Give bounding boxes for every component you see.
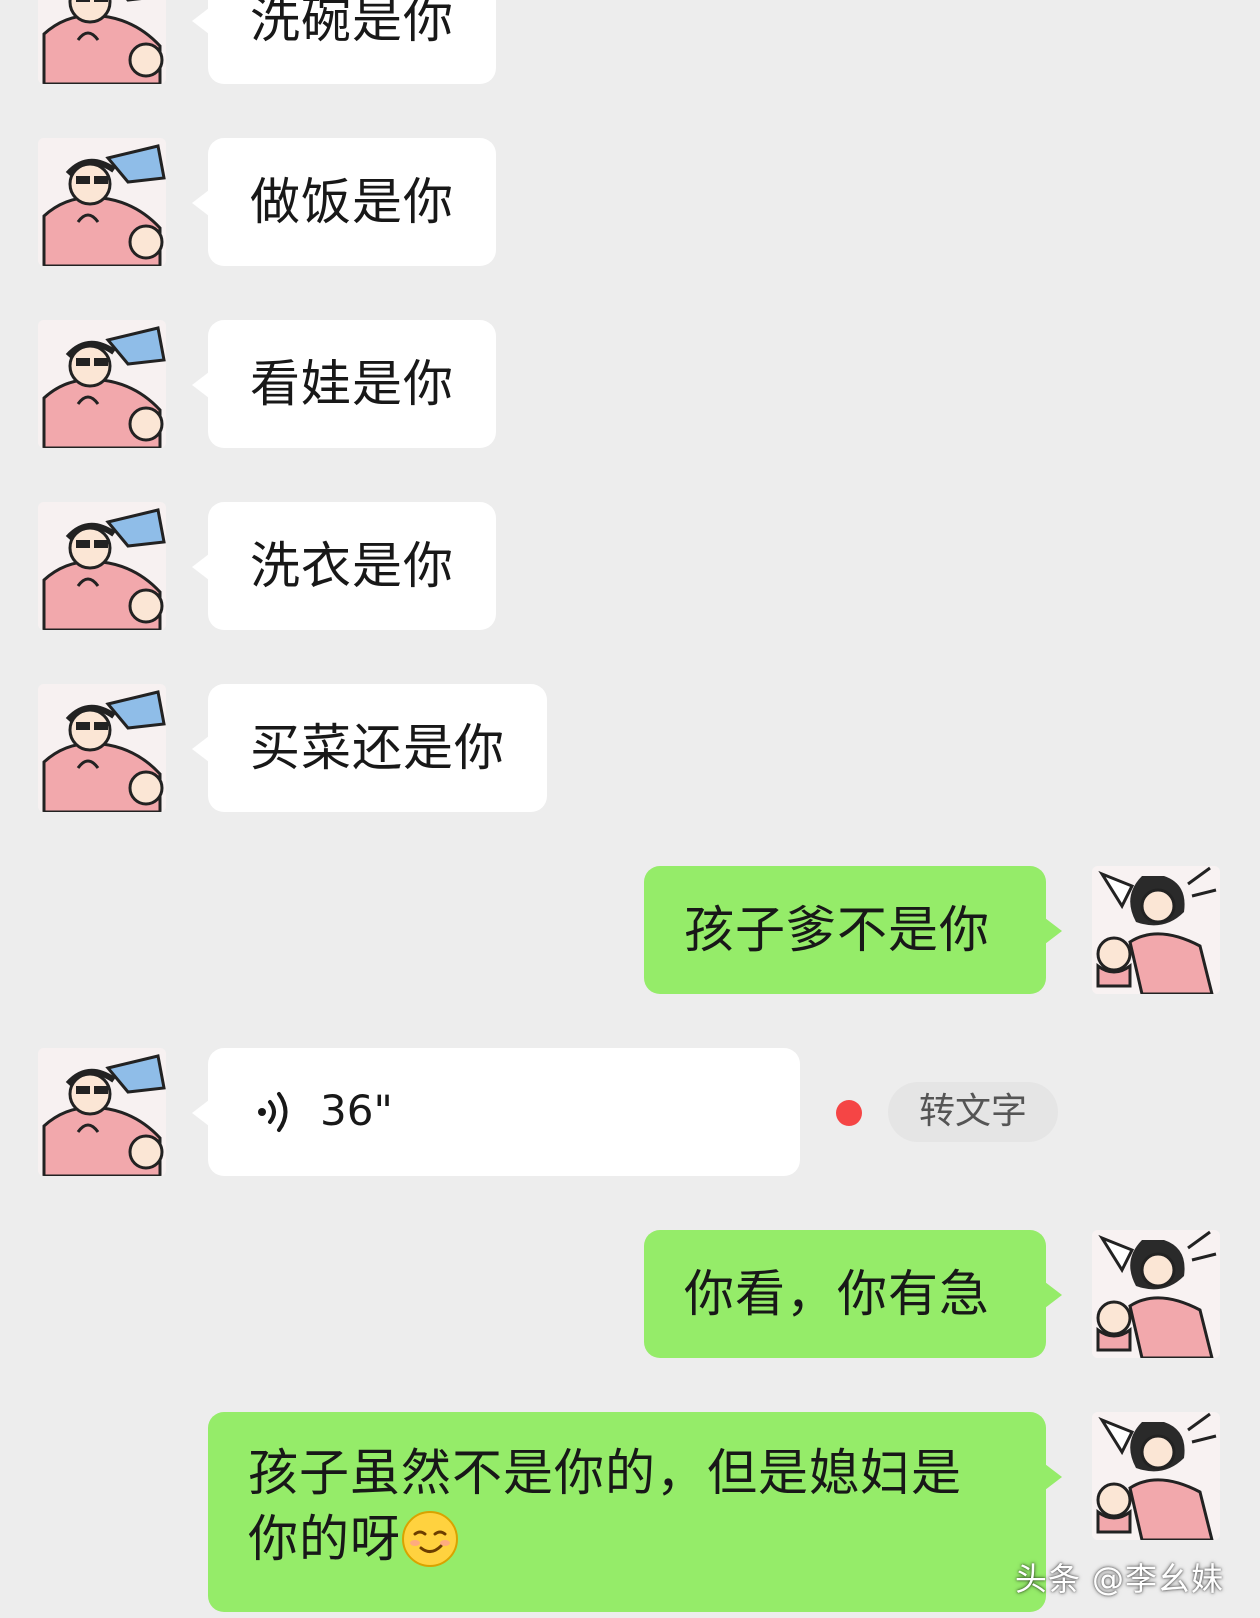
message-bubble[interactable]: 孩子爹不是你 [644,866,1062,994]
contact-avatar[interactable] [38,502,166,630]
message-bubble[interactable]: 做饭是你 [192,138,496,266]
husband-avatar-icon [38,502,166,630]
convert-to-text-button[interactable]: 转文字 [888,1082,1058,1142]
my-avatar[interactable] [1092,1412,1220,1540]
unread-dot [836,1100,862,1126]
message-bubble[interactable]: 你看，你有急 [644,1230,1062,1358]
contact-avatar[interactable] [38,138,166,266]
message-row-incoming-voice: 36" 转文字 [0,1048,1260,1176]
message-bubble[interactable]: 买菜还是你 [192,684,547,812]
message-bubble[interactable]: 看娃是你 [192,320,496,448]
my-avatar[interactable] [1092,866,1220,994]
contact-avatar[interactable] [38,0,166,84]
husband-avatar-icon [38,1048,166,1176]
watermark: 头条 @李幺妹 [1014,1560,1224,1598]
husband-avatar-icon [38,0,166,84]
message-text: 孩子虽然不是你的，但是媳妇是你的呀 [248,1444,962,1568]
message-bubble[interactable]: 洗碗是你 [192,0,496,84]
smirk-emoji-icon [402,1511,458,1567]
voice-message-bubble[interactable]: 36" [192,1048,800,1176]
voice-duration: 36" [320,1086,393,1135]
husband-avatar-icon [38,684,166,812]
husband-avatar-icon [38,320,166,448]
chat-history[interactable]: 洗碗是你 做饭是你 看娃是你 洗衣是你 买菜还是你 孩子爹不是你 36" 转文字… [0,0,1260,1618]
contact-avatar[interactable] [38,1048,166,1176]
husband-avatar-icon [38,138,166,266]
message-bubble[interactable]: 孩子虽然不是你的，但是媳妇是你的呀 [208,1412,1062,1612]
voice-wave-icon [258,1092,288,1132]
my-avatar[interactable] [1092,1230,1220,1358]
contact-avatar[interactable] [38,684,166,812]
wife-avatar-icon [1092,1230,1220,1358]
contact-avatar[interactable] [38,320,166,448]
wife-avatar-icon [1092,1412,1220,1540]
message-bubble[interactable]: 洗衣是你 [192,502,496,630]
wife-avatar-icon [1092,866,1220,994]
